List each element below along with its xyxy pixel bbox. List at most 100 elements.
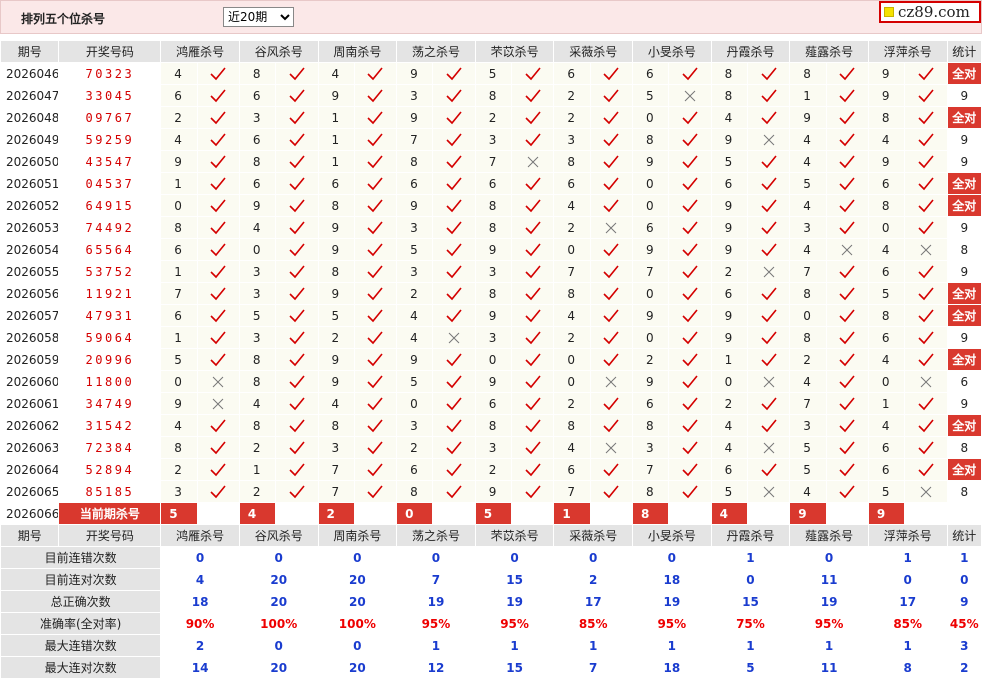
check-icon: [210, 308, 226, 322]
result-cell: [825, 436, 869, 459]
draw-number-cell: 31542: [58, 414, 162, 437]
stats-value: 0: [710, 568, 791, 591]
result-cell: [196, 172, 240, 195]
check-icon: [446, 242, 462, 256]
kill-number-cell: 2: [553, 326, 591, 349]
check-icon: [525, 220, 541, 234]
check-icon: [682, 220, 698, 234]
result-cell: [589, 150, 634, 173]
table-row: 2026052 64915 0 9 8 9 8 4 0 9 4 8 全对: [0, 194, 982, 217]
result-cell: [196, 260, 240, 283]
kill-number-cell: 8: [238, 348, 277, 371]
stats-label: 最大连对次数: [0, 656, 162, 679]
kill-number-cell: 6: [710, 282, 748, 305]
result-cell: [825, 84, 869, 107]
result-cell: [904, 304, 948, 327]
site-logo[interactable]: cz89.com: [879, 1, 981, 23]
result-cell: [825, 194, 869, 217]
check-icon: [446, 220, 462, 234]
result-cell: [196, 392, 240, 415]
kill-number-cell: 3: [396, 216, 434, 239]
result-cell: [589, 172, 634, 195]
check-icon: [289, 418, 305, 432]
result-cell: [511, 84, 555, 107]
kill-number-cell: 1: [317, 150, 355, 173]
result-cell: [275, 62, 319, 85]
result-cell: [904, 194, 948, 217]
stats-value: 7: [396, 568, 476, 591]
check-icon: [761, 418, 777, 432]
kill-number-cell: 5: [396, 370, 434, 393]
result-cell: [432, 392, 476, 415]
check-icon: [603, 264, 619, 278]
check-icon: [446, 198, 462, 212]
stats-value: 15: [474, 568, 555, 591]
kill-number-cell: 8: [553, 150, 591, 173]
kill-number-cell: 4: [789, 238, 827, 261]
result-cell: [746, 282, 791, 305]
check-icon: [603, 462, 619, 476]
check-icon: [446, 418, 462, 432]
kill-number-cell: 2: [789, 348, 827, 371]
result-cell: [353, 326, 398, 349]
kill-number-cell: 6: [396, 458, 434, 481]
check-icon: [603, 418, 619, 432]
killer-col-header: 荡之杀号: [396, 40, 476, 63]
kill-number-cell: 8: [160, 436, 198, 459]
kill-number-cell: 3: [396, 414, 434, 437]
check-icon: [761, 88, 777, 102]
result-cell: [904, 216, 948, 239]
all-right-badge: 全对: [946, 282, 982, 305]
result-cell: [746, 216, 791, 239]
cross-icon: [920, 486, 932, 497]
kill-number-cell: 4: [867, 238, 906, 261]
stats-row: 目前连错次数 0 0 0 0 0 0 0 1 0 1 1: [0, 546, 982, 569]
result-cell: [353, 260, 398, 283]
kill-number-cell: 2: [160, 106, 198, 129]
kill-number-cell: 0: [396, 392, 434, 415]
kill-number-cell: 1: [160, 260, 198, 283]
result-cell: [746, 150, 791, 173]
check-icon: [289, 440, 305, 454]
kill-number-cell: 5: [867, 282, 906, 305]
kill-number-cell: 2: [160, 458, 198, 481]
cross-icon: [684, 90, 696, 101]
table-row: 2026049 59259 4 6 1 7 3 3 8 9 4 4 9: [0, 128, 982, 151]
draw-number-cell: 43547: [58, 150, 162, 173]
killer-col-header: 小旻杀号: [632, 524, 712, 547]
table-row: 2026065 85185 3 2 7 8 9 7 8 5 4 5 8: [0, 480, 982, 503]
check-icon: [525, 352, 541, 366]
result-cell: [825, 216, 869, 239]
result-cell: [904, 458, 948, 481]
stats-row: 准确率(全对率) 90% 100% 100% 95% 95% 85% 95% 75% 95% 85%…: [0, 612, 982, 635]
result-cell: [746, 458, 791, 481]
result-cell: [589, 348, 634, 371]
kill-number-cell: 5: [789, 436, 827, 459]
stats-row: 目前连对次数 4 20 20 7 15 2 18 0 11 0 0: [0, 568, 982, 591]
check-icon: [525, 88, 541, 102]
result-cell: [275, 326, 319, 349]
result-cell: [432, 326, 476, 349]
result-cell: [511, 238, 555, 261]
check-icon: [446, 264, 462, 278]
stats-value: 11: [789, 568, 869, 591]
result-cell: [904, 128, 948, 151]
result-cell: [589, 62, 634, 85]
stats-value: 1: [474, 634, 555, 657]
draw-number-cell: 33045: [58, 84, 162, 107]
check-icon: [839, 220, 855, 234]
killer-col-header: 小旻杀号: [632, 40, 712, 63]
kill-number-cell: 6: [867, 172, 906, 195]
result-cell: [746, 128, 791, 151]
kill-number-cell: 0: [632, 194, 670, 217]
killer-col-header: 丹霞杀号: [710, 40, 791, 63]
kill-number-cell: 8: [474, 282, 513, 305]
result-cell: [904, 62, 948, 85]
check-icon: [367, 440, 384, 454]
current-kill-label: 当前期杀号: [58, 502, 162, 525]
result-cell: [196, 414, 240, 437]
current-kill-row: 2026066 当前期杀号 5 4 2 0 5 1 8 4 9 9: [0, 502, 982, 525]
stats-value: 95%: [474, 612, 555, 635]
kill-number-cell: 9: [317, 370, 355, 393]
period-select[interactable]: 近20期: [223, 7, 294, 27]
